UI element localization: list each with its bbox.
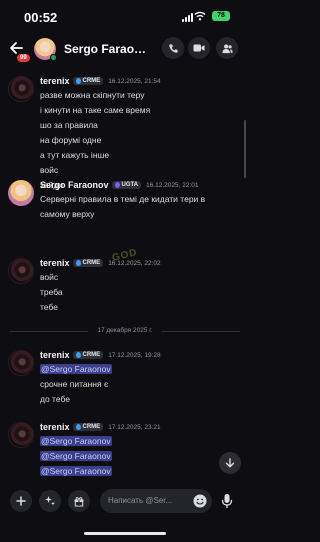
chat-title[interactable]: Sergo Faraо… <box>64 42 146 56</box>
timestamp: 16.12.2025, 22:01 <box>146 181 199 189</box>
message-header: terenix CRME 16.12.2025, 22:02 <box>40 258 161 268</box>
message-header: terenix CRME 17.12.2025, 19:28 <box>40 350 161 360</box>
message-line: разве можна скіпнути теру <box>40 90 145 100</box>
drop-icon <box>75 260 81 266</box>
author-name[interactable]: terenix <box>40 422 70 432</box>
voice-call-button[interactable] <box>162 37 184 59</box>
guild-tag[interactable]: CRME <box>72 77 104 85</box>
author-name[interactable]: terenix <box>40 258 70 268</box>
author-name[interactable]: Sergo Faraonov <box>40 180 109 190</box>
user-mention[interactable]: @Sergo Faraonov <box>40 451 112 461</box>
microphone-icon[interactable] <box>220 493 234 509</box>
message-line: Серверні правила в темі де кидати тери в <box>40 194 206 204</box>
avatar[interactable] <box>8 350 34 376</box>
drop-icon <box>75 78 81 84</box>
date-divider: 17 декабря 2025 г. <box>10 326 240 336</box>
message-content: @Sergo Faraonov срочне питання є до тебе <box>40 362 112 407</box>
status-time: 00:52 <box>24 10 58 25</box>
drop-icon <box>75 424 81 430</box>
message-content: разве можна скіпнути теру і кинути на та… <box>40 88 150 193</box>
message-line: срочне питання є <box>40 379 109 389</box>
avatar[interactable] <box>8 258 34 284</box>
signal-icon <box>182 13 193 22</box>
home-indicator <box>84 532 166 535</box>
timestamp: 17.12.2025, 23:21 <box>108 423 161 431</box>
battery-icon: 78 <box>212 11 230 21</box>
message-input[interactable]: Написать @Ser... <box>100 489 212 513</box>
online-status-dot <box>50 54 57 61</box>
message-content: войс треба тебе <box>40 270 63 315</box>
sparkle-icon <box>45 496 55 506</box>
attach-button[interactable] <box>10 490 32 512</box>
wifi-icon <box>194 11 206 21</box>
message-line: треба <box>40 287 63 297</box>
avatar[interactable] <box>8 76 34 102</box>
scrollbar[interactable] <box>244 120 246 178</box>
gift-icon <box>74 497 84 507</box>
message-header: Sergo Faraonov UGTA 16.12.2025, 22:01 <box>40 180 199 190</box>
message-header: terenix CRME 16.12.2025, 21:54 <box>40 76 161 86</box>
message-line: до тебе <box>40 394 70 404</box>
guild-tag[interactable]: UGTA <box>111 181 142 189</box>
timestamp: 17.12.2025, 19:28 <box>108 351 161 359</box>
message-line: войс <box>40 165 59 175</box>
members-button[interactable] <box>216 37 238 59</box>
apps-button[interactable] <box>39 490 61 512</box>
avatar[interactable] <box>8 180 34 206</box>
message-line: і кинути на таке саме время <box>40 105 151 115</box>
guild-tag[interactable]: CRME <box>72 423 104 431</box>
unread-badge: 99 <box>16 53 31 63</box>
plus-icon <box>16 496 26 506</box>
guild-tag[interactable]: CRME <box>72 351 104 359</box>
message-line: а тут кажуть інше <box>40 150 110 160</box>
chat-header: 99 Sergo Faraо… <box>0 34 250 74</box>
user-mention[interactable]: @Sergo Faraonov <box>40 364 112 374</box>
guild-tag[interactable]: CRME <box>72 259 104 267</box>
message-input-placeholder: Написать @Ser... <box>108 496 173 505</box>
user-mention[interactable]: @Sergo Faraonov <box>40 436 112 446</box>
message-line: тебе <box>40 302 58 312</box>
message-line: на форумі одне <box>40 135 102 145</box>
gift-button[interactable] <box>68 490 90 512</box>
timestamp: 16.12.2025, 21:54 <box>108 77 161 85</box>
jump-to-bottom-button[interactable] <box>219 452 241 474</box>
message-line: шо за правила <box>40 120 98 130</box>
message-line: самому верху <box>40 209 95 219</box>
status-bar: 00:52 78 <box>0 0 250 34</box>
message-header: terenix CRME 17.12.2025, 23:21 <box>40 422 161 432</box>
author-name[interactable]: terenix <box>40 76 70 86</box>
author-name[interactable]: terenix <box>40 350 70 360</box>
drop-icon <box>75 352 81 358</box>
video-call-button[interactable] <box>188 37 210 59</box>
message-content: @Sergo Faraonov @Sergo Faraonov @Sergo F… <box>40 434 112 479</box>
message-content: Серверні правила в темі де кидати тери в… <box>40 192 205 222</box>
phone-icon <box>168 43 178 53</box>
message-composer: Написать @Ser... <box>0 484 250 542</box>
message-line: войс <box>40 272 59 282</box>
people-icon <box>221 43 233 53</box>
emoji-icon[interactable] <box>192 493 208 509</box>
video-camera-icon <box>193 44 205 52</box>
heart-icon <box>114 182 120 188</box>
user-mention[interactable]: @Sergo Faraonov <box>40 466 112 476</box>
arrow-down-icon <box>225 458 235 468</box>
avatar[interactable] <box>8 422 34 448</box>
